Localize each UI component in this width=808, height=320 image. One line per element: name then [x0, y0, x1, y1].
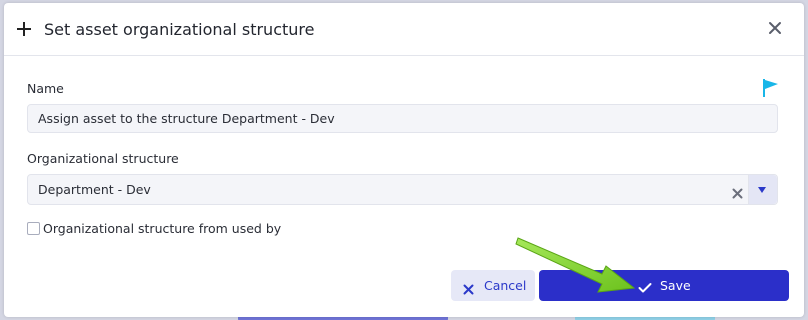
- close-icon: [463, 280, 474, 295]
- used-by-checkbox-label[interactable]: Organizational structure from used by: [43, 221, 281, 236]
- used-by-checkbox[interactable]: [27, 222, 40, 235]
- plus-icon: [16, 21, 32, 37]
- cancel-button[interactable]: Cancel: [451, 270, 535, 301]
- org-structure-dialog: Set asset organizational structure Name …: [4, 3, 804, 317]
- name-label: Name: [27, 81, 64, 96]
- structure-label: Organizational structure: [27, 151, 179, 166]
- dialog-header: Set asset organizational structure: [4, 3, 804, 56]
- clear-icon[interactable]: [732, 184, 743, 199]
- structure-select[interactable]: Department - Dev: [27, 174, 778, 205]
- cancel-button-label: Cancel: [484, 278, 527, 293]
- check-icon: [638, 279, 652, 293]
- close-icon[interactable]: [768, 21, 782, 35]
- name-field[interactable]: Assign asset to the structure Department…: [27, 104, 778, 133]
- save-button[interactable]: Save: [539, 270, 789, 301]
- structure-select-value: Department - Dev: [38, 182, 151, 197]
- save-button-label: Save: [660, 278, 691, 293]
- flag-icon[interactable]: [762, 78, 780, 98]
- chevron-down-icon[interactable]: [748, 175, 777, 204]
- dialog-title: Set asset organizational structure: [44, 20, 315, 39]
